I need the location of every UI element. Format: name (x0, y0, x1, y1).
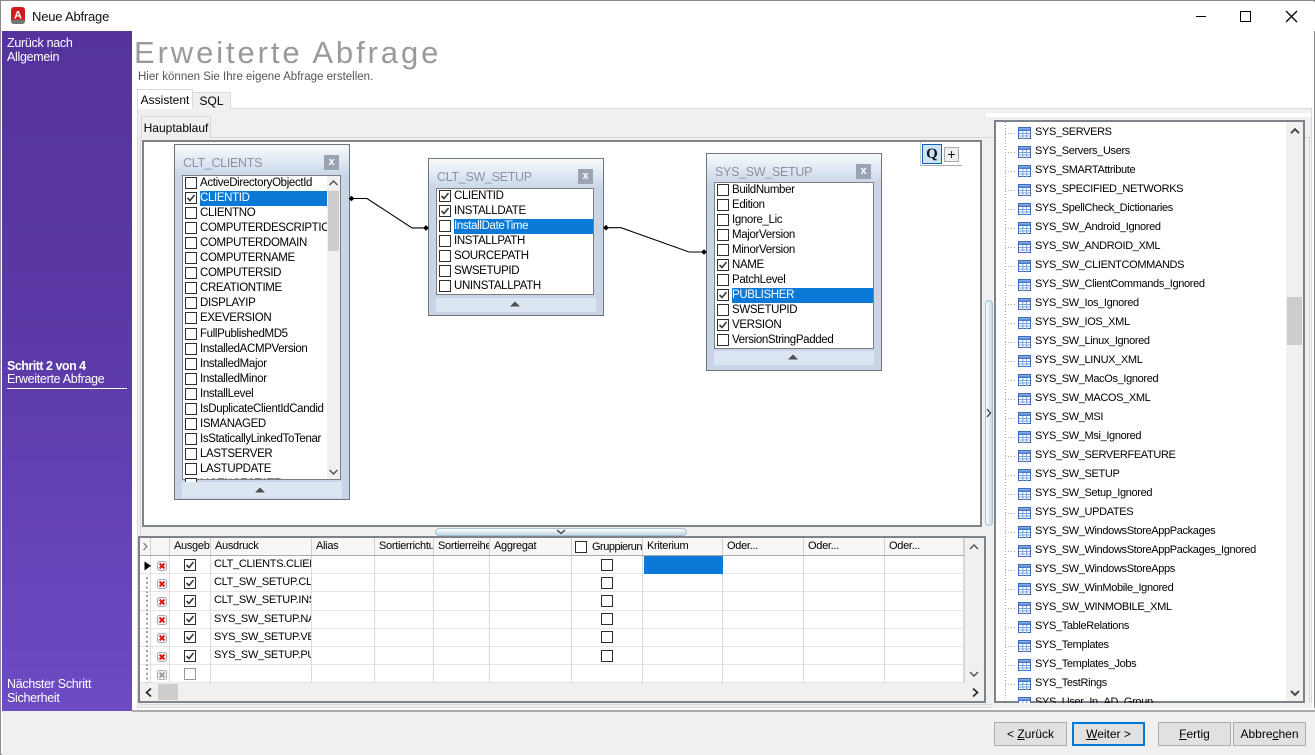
svg-text:A: A (14, 10, 22, 22)
